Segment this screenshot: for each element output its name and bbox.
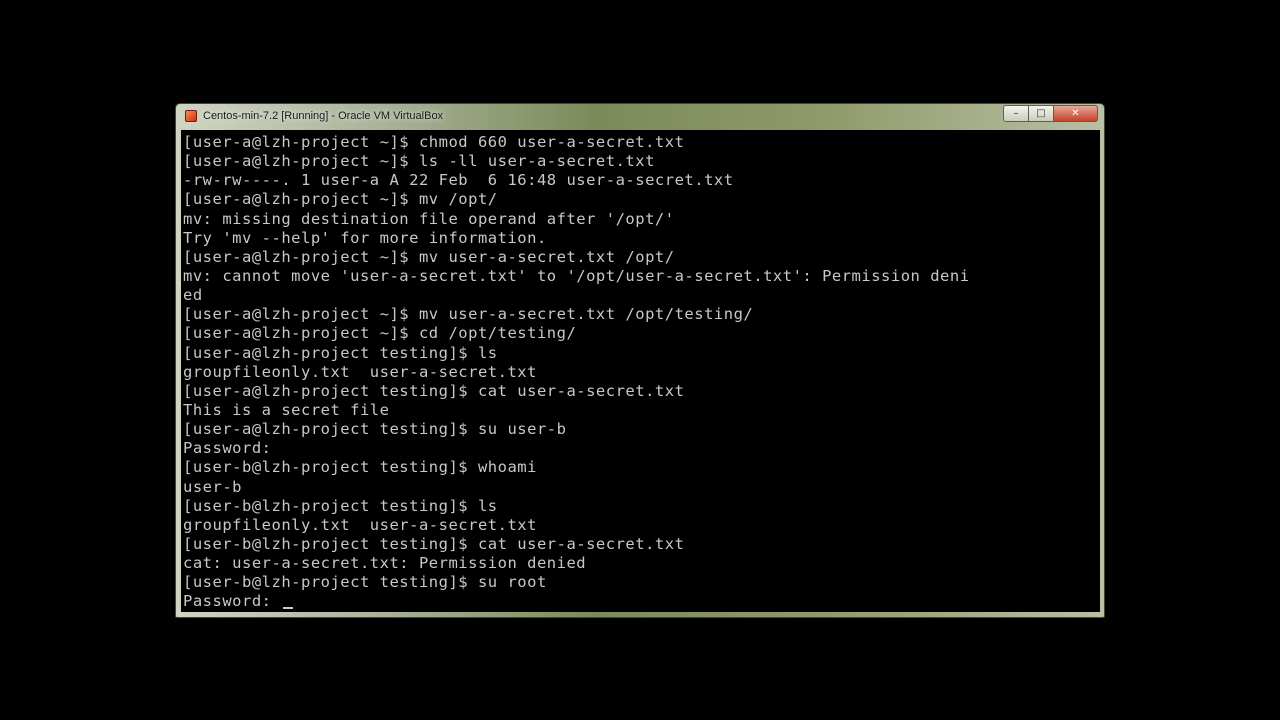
terminal-line: [user-a@lzh-project ~]$ mv user-a-secret…: [183, 305, 754, 324]
terminal-line: [user-a@lzh-project testing]$ su user-b: [183, 420, 567, 439]
terminal-line: [user-b@lzh-project testing]$ cat user-a…: [183, 534, 685, 553]
terminal-line: [user-a@lzh-project ~]$ chmod 660 user-a…: [183, 133, 685, 151]
minimize-button[interactable]: –: [1003, 105, 1029, 122]
terminal-line: [user-a@lzh-project ~]$ mv /opt/: [183, 190, 498, 209]
terminal-line: This is a secret file: [183, 400, 390, 419]
terminal-line: groupfileonly.txt user-a-secret.txt: [183, 362, 537, 381]
terminal-console[interactable]: [user-a@lzh-project ~]$ chmod 660 user-a…: [181, 130, 1100, 612]
close-button[interactable]: ✕: [1054, 105, 1098, 122]
virtualbox-window: Centos-min-7.2 [Running] - Oracle VM Vir…: [175, 103, 1105, 618]
terminal-line: ed: [183, 286, 203, 305]
terminal-line: user-b: [183, 477, 242, 496]
terminal-line: [user-b@lzh-project testing]$ ls: [183, 496, 498, 515]
terminal-line: -rw-rw----. 1 user-a A 22 Feb 6 16:48 us…: [183, 171, 734, 190]
terminal-line: mv: cannot move 'user-a-secret.txt' to '…: [183, 266, 970, 285]
window-controls: – □ ✕: [1003, 105, 1098, 122]
terminal-line: [user-a@lzh-project ~]$ mv user-a-secret…: [183, 247, 675, 266]
terminal-line: mv: missing destination file operand aft…: [183, 209, 675, 228]
terminal-output: [user-a@lzh-project ~]$ chmod 660 user-a…: [183, 133, 970, 612]
window-title: Centos-min-7.2 [Running] - Oracle VM Vir…: [203, 110, 444, 122]
text-cursor: [283, 607, 294, 610]
terminal-line: [user-b@lzh-project testing]$ whoami: [183, 458, 537, 477]
password-prompt-line[interactable]: Password:: [183, 592, 970, 611]
terminal-line: [user-a@lzh-project testing]$ ls: [183, 343, 498, 362]
terminal-line: [user-b@lzh-project testing]$ su root: [183, 573, 547, 592]
virtualbox-app-icon[interactable]: [185, 110, 197, 122]
terminal-line: [user-a@lzh-project ~]$ ls -ll user-a-se…: [183, 152, 655, 171]
maximize-button[interactable]: □: [1029, 105, 1054, 122]
terminal-line: Password:: [183, 439, 272, 458]
terminal-line: [user-a@lzh-project testing]$ cat user-a…: [183, 381, 685, 400]
terminal-line: groupfileonly.txt user-a-secret.txt: [183, 515, 537, 534]
password-prompt: Password:: [183, 592, 282, 611]
terminal-line: [user-a@lzh-project ~]$ cd /opt/testing/: [183, 324, 577, 343]
terminal-line: cat: user-a-secret.txt: Permission denie…: [183, 554, 587, 573]
title-bar[interactable]: Centos-min-7.2 [Running] - Oracle VM Vir…: [176, 104, 1104, 129]
terminal-line: Try 'mv --help' for more information.: [183, 228, 547, 247]
